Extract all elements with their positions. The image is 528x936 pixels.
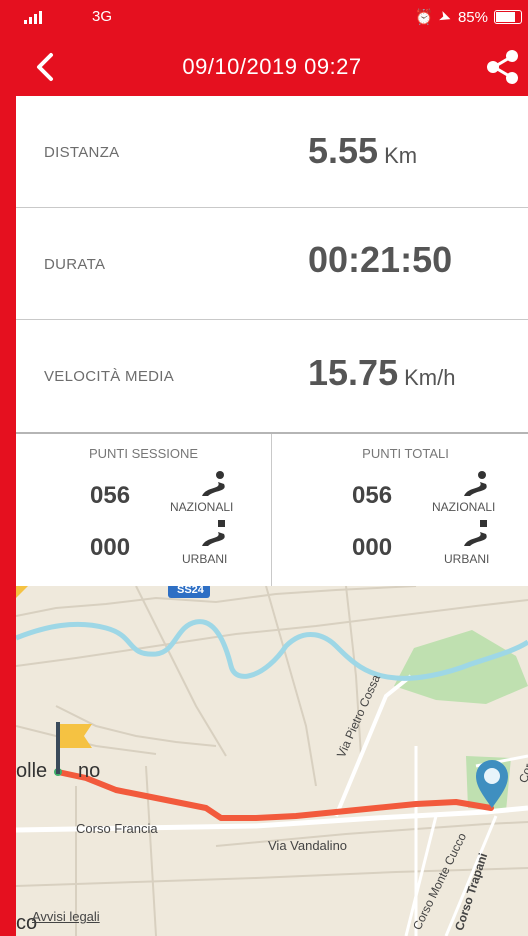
- stat-duration: DURATA 00:21:50: [16, 208, 528, 320]
- stat-distance: DISTANZA 5.55 Km: [16, 96, 528, 208]
- distance-unit: Km: [384, 143, 418, 168]
- session-nazionali-value: 056: [90, 482, 131, 509]
- total-urbani-value: 000: [352, 534, 393, 561]
- total-nazionali-label: NAZIONALI: [432, 500, 496, 514]
- stat-value: 5.55 Km: [308, 130, 417, 172]
- points-panel: PUNTI SESSIONE 056 NAZIONALI 000 URBANI …: [16, 432, 528, 588]
- app-header: 09/10/2019 09:27: [16, 38, 528, 96]
- total-urbani-label: URBANI: [444, 552, 490, 566]
- session-points: PUNTI SESSIONE 056 NAZIONALI 000 URBANI: [16, 434, 272, 588]
- rider-icon: [464, 471, 487, 496]
- urban-rider-icon: [464, 520, 487, 546]
- total-points: PUNTI TOTALI 056 NAZIONALI 000 URBANI: [278, 434, 528, 588]
- page-title: 09/10/2019 09:27: [182, 54, 362, 79]
- street-label: Corso Francia: [76, 821, 158, 836]
- total-points-title: PUNTI TOTALI: [362, 446, 449, 461]
- session-urbani-value: 000: [90, 534, 131, 561]
- legal-link[interactable]: Avvisi legali: [32, 909, 100, 924]
- status-bar: 3G ⏰ ➤ 85%: [16, 0, 528, 38]
- street-label: Via Vandalino: [268, 838, 348, 853]
- stat-speed: VELOCITÀ MEDIA 15.75 Km/h: [16, 320, 528, 430]
- duration-value: 00:21:50: [308, 239, 453, 280]
- road-badge: SS24: [177, 586, 204, 596]
- session-points-title: PUNTI SESSIONE: [88, 446, 199, 461]
- place-label: olle: [16, 760, 48, 782]
- stat-value: 15.75 Km/h: [308, 352, 455, 394]
- battery-icon: [494, 10, 522, 24]
- window-edge: [0, 0, 16, 936]
- status-right: ⏰ ➤ 85%: [414, 7, 522, 28]
- session-nazionali-label: NAZIONALI: [170, 500, 234, 514]
- share-button[interactable]: [482, 48, 522, 86]
- rider-icon: [202, 471, 225, 496]
- stat-label: DISTANZA: [44, 144, 120, 161]
- distance-value: 5.55: [308, 130, 379, 171]
- session-urbani-label: URBANI: [182, 552, 228, 566]
- alarm-icon: ⏰: [414, 9, 434, 26]
- stat-label: VELOCITÀ MEDIA: [44, 368, 175, 385]
- speed-unit: Km/h: [404, 365, 456, 390]
- location-arrow-icon: ➤: [436, 7, 455, 28]
- stat-label: DURATA: [44, 256, 106, 273]
- app-screen: 3G ⏰ ➤ 85% 09/10/2019 09:27 DISTANZA 5.5…: [0, 0, 528, 936]
- urban-rider-icon: [202, 520, 225, 546]
- network-type: 3G: [92, 8, 113, 25]
- share-icon: [487, 50, 518, 84]
- signal-icon: [24, 10, 42, 24]
- total-nazionali-value: 056: [352, 482, 393, 509]
- speed-value: 15.75: [308, 352, 399, 393]
- place-label-suffix: no: [78, 760, 101, 782]
- battery-percent: 85%: [457, 8, 488, 26]
- route-map[interactable]: SS24 olle no Via Pietro Cossa Corso Fran…: [16, 586, 528, 936]
